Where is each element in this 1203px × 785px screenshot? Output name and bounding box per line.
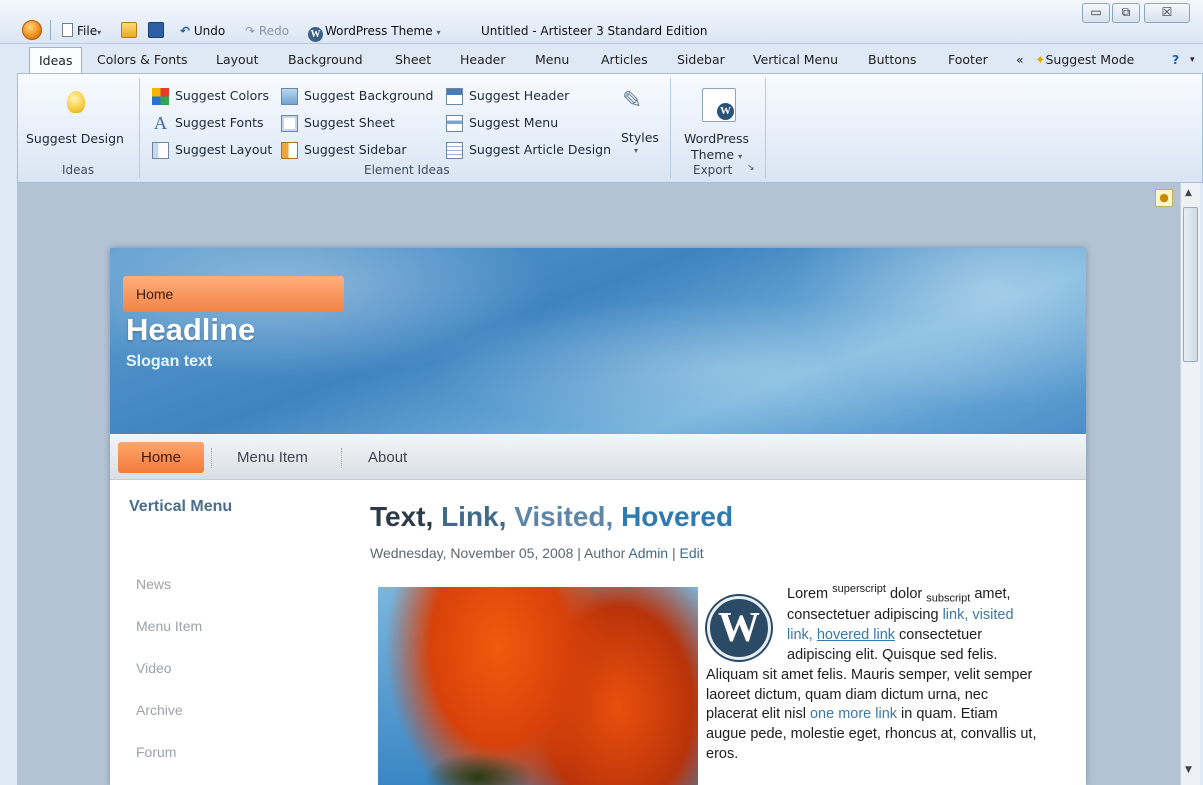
vertical-menu-item-home[interactable]: Home [123, 276, 344, 312]
menu-item-menu-item[interactable]: Menu Item [237, 442, 308, 473]
file-menu[interactable]: File▾ [62, 22, 101, 40]
vertical-menu-item-archive[interactable]: Archive [136, 702, 183, 718]
wordpress-theme-export-button[interactable]: WordPress [684, 131, 749, 146]
redo-button[interactable]: ↷ Redo [245, 22, 289, 40]
scrollbar-thumb[interactable] [1183, 207, 1198, 362]
suggest-colors-button[interactable]: Suggest Colors [175, 88, 269, 103]
styles-brush-icon: ✎ [622, 86, 643, 114]
vertical-menu-item-forum[interactable]: Forum [136, 744, 176, 760]
suggest-colors-icon [152, 88, 169, 105]
wordpress-export-icon: W [702, 88, 736, 122]
tab-background[interactable]: Background [288, 47, 363, 73]
help-icon[interactable]: ? [1172, 47, 1179, 73]
redo-icon: ↷ [245, 24, 256, 38]
menu-separator [211, 448, 212, 468]
site-slogan[interactable]: Slogan text [126, 353, 212, 371]
suggest-menu-button[interactable]: Suggest Menu [469, 115, 558, 130]
styles-button[interactable]: Styles [621, 130, 659, 145]
vertical-menu-item-video[interactable]: Video [136, 660, 172, 676]
app-menu-icon[interactable] [22, 20, 42, 40]
styles-dropdown-chevron-icon[interactable]: ▾ [634, 146, 638, 155]
suggest-sidebar-button[interactable]: Suggest Sidebar [304, 142, 407, 157]
group-separator [670, 78, 671, 178]
export-group-label: Export [693, 163, 733, 177]
lightbulb-icon [67, 91, 85, 113]
tab-colors-fonts[interactable]: Colors & Fonts [97, 47, 188, 73]
undo-icon: ↶ [180, 24, 191, 38]
wordpress-icon: W [308, 27, 323, 42]
tab-layout[interactable]: Layout [216, 47, 259, 73]
tab-sheet[interactable]: Sheet [395, 47, 431, 73]
vertical-scrollbar[interactable]: ▲ ▼ [1180, 183, 1200, 785]
wordpress-logo-icon: W [717, 103, 734, 120]
tab-overflow-button[interactable]: « [1016, 47, 1024, 73]
suggest-article-design-icon [446, 142, 463, 159]
tab-sidebar[interactable]: Sidebar [677, 47, 725, 73]
ideas-group-label: Ideas [62, 163, 95, 177]
scroll-down-icon[interactable]: ▼ [1185, 765, 1192, 775]
ribbon-tabs: Ideas Colors & Fonts Layout Background S… [17, 47, 1203, 74]
menu-separator [341, 448, 342, 468]
element-ideas-group-label: Element Ideas [364, 163, 450, 177]
tab-articles[interactable]: Articles [601, 47, 648, 73]
tip-lightbulb-icon[interactable]: ● [1155, 189, 1173, 207]
suggest-design-button[interactable]: Suggest Design [26, 131, 124, 146]
tab-vertical-menu[interactable]: Vertical Menu [753, 47, 838, 73]
suggest-background-button[interactable]: Suggest Background [304, 88, 433, 103]
suggest-sheet-icon [281, 115, 298, 132]
suggest-sheet-button[interactable]: Suggest Sheet [304, 115, 395, 130]
menu-item-home[interactable]: Home [118, 442, 204, 473]
suggest-mode-icon: ✦ [1035, 52, 1046, 67]
suggest-fonts-button[interactable]: Suggest Fonts [175, 115, 264, 130]
vertical-menu-item-news[interactable]: News [136, 576, 171, 592]
group-separator [765, 78, 766, 178]
close-button[interactable]: ☒ [1144, 3, 1190, 23]
theme-preview: Headline Slogan text Home Menu Item Abou… [110, 248, 1086, 785]
restore-button[interactable]: ⧉ [1112, 3, 1140, 23]
tab-buttons[interactable]: Buttons [868, 47, 916, 73]
suggest-layout-button[interactable]: Suggest Layout [175, 142, 272, 157]
minimize-button[interactable]: ▭ [1082, 3, 1110, 23]
suggest-background-icon [281, 88, 298, 105]
suggest-mode-button[interactable]: ✦Suggest Mode [1035, 47, 1134, 73]
ribbon-options-chevron-icon[interactable]: ▾ [1190, 47, 1195, 73]
tab-ideas[interactable]: Ideas [29, 47, 83, 74]
suggest-header-button[interactable]: Suggest Header [469, 88, 569, 103]
vertical-menu-item-menu-item[interactable]: Menu Item [136, 618, 202, 634]
wordpress-theme-export-label[interactable]: Theme ▾ [691, 147, 742, 162]
vertical-menu-title: Vertical Menu [129, 498, 233, 515]
suggest-fonts-icon: A [154, 113, 167, 133]
suggest-menu-icon [446, 115, 463, 132]
ribbon: Suggest Design Ideas Suggest Colors A Su… [17, 73, 1203, 183]
scroll-up-icon[interactable]: ▲ [1185, 188, 1192, 198]
title-bar: File▾ ↶ Undo ↷ Redo W WordPress Theme ▾ U… [0, 0, 1203, 44]
tab-footer[interactable]: Footer [948, 47, 988, 73]
dialog-launcher-icon[interactable]: ↘ [747, 163, 755, 173]
new-file-icon [62, 23, 73, 37]
open-folder-icon[interactable] [121, 22, 137, 38]
toolbar-divider [50, 20, 51, 40]
save-icon[interactable] [148, 22, 164, 38]
suggest-sidebar-icon [281, 142, 298, 159]
horizontal-menu: Home Menu Item About [110, 434, 1086, 480]
wordpress-theme-button[interactable]: W WordPress Theme ▾ [308, 22, 440, 42]
tab-header[interactable]: Header [460, 47, 506, 73]
group-separator [139, 78, 140, 178]
menu-item-about[interactable]: About [368, 442, 407, 473]
window-title: Untitled - Artisteer 3 Standard Edition [481, 24, 708, 38]
undo-button[interactable]: ↶ Undo [180, 22, 225, 40]
site-headline[interactable]: Headline [126, 312, 255, 348]
suggest-article-design-button[interactable]: Suggest Article Design [469, 142, 611, 157]
suggest-layout-icon [152, 142, 169, 159]
suggest-header-icon [446, 88, 463, 105]
tab-menu[interactable]: Menu [535, 47, 569, 73]
